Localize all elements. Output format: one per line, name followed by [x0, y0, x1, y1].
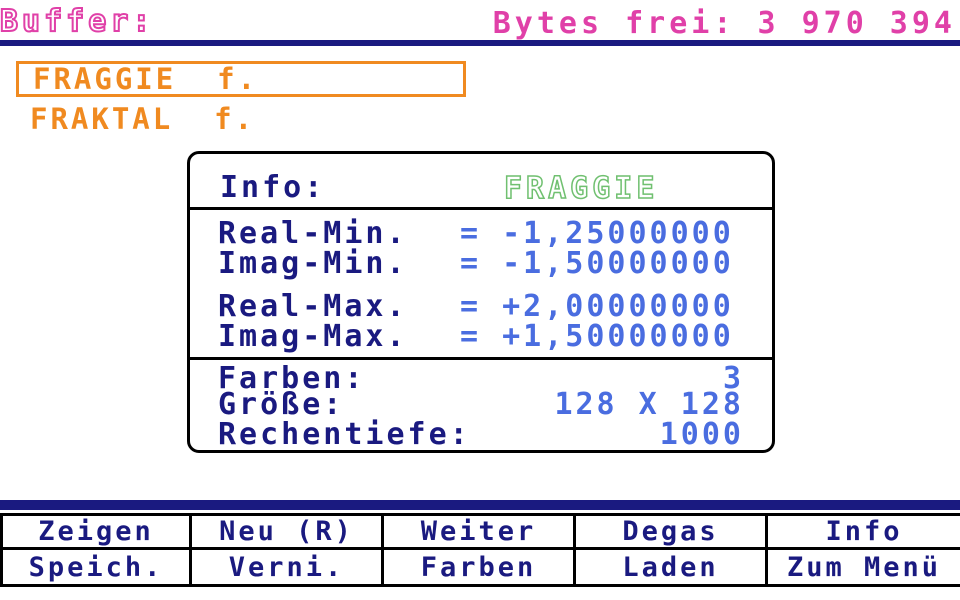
info-separator-top	[187, 207, 775, 210]
buffer-title: Buffer:	[0, 3, 155, 40]
degas-button[interactable]: Degas	[576, 513, 768, 550]
zum-menu-button[interactable]: Zum Menü	[768, 550, 960, 587]
imag-min-value: = -1,50000000	[460, 246, 734, 281]
real-max-value: = +2,00000000	[460, 289, 734, 324]
depth-value: 1000	[659, 417, 744, 452]
real-min-value: = -1,25000000	[460, 216, 734, 251]
info-label: Info:	[220, 170, 326, 205]
imag-min-label: Imag-Min.	[218, 246, 408, 281]
imag-max-label: Imag-Max.	[218, 319, 408, 354]
menu-grid: Zeigen Neu (R) Weiter Degas Info Speich.…	[0, 513, 960, 587]
header-divider	[0, 40, 960, 46]
info-separator-bottom	[187, 357, 775, 360]
list-item-fraktal[interactable]: FRAKTAL f.	[16, 101, 466, 137]
info-button[interactable]: Info	[768, 513, 960, 550]
real-min-label: Real-Min.	[218, 216, 408, 251]
size-label: Größe:	[218, 387, 345, 422]
depth-label: Rechentiefe:	[218, 417, 471, 452]
neu-button[interactable]: Neu (R)	[192, 513, 384, 550]
vernichten-button[interactable]: Verni.	[192, 550, 384, 587]
weiter-button[interactable]: Weiter	[384, 513, 576, 550]
zeigen-button[interactable]: Zeigen	[0, 513, 192, 550]
menu-divider	[0, 500, 960, 510]
speichern-button[interactable]: Speich.	[0, 550, 192, 587]
real-max-label: Real-Max.	[218, 289, 408, 324]
list-item-fraggie[interactable]: FRAGGIE f.	[16, 61, 466, 97]
imag-max-value: = +1,50000000	[460, 319, 734, 354]
farben-button[interactable]: Farben	[384, 550, 576, 587]
bytes-free-label: Bytes frei: 3 970 394	[492, 6, 956, 41]
laden-button[interactable]: Laden	[576, 550, 768, 587]
info-fractal-name: FRAGGIE	[503, 170, 659, 207]
size-value: 128 X 128	[554, 387, 744, 422]
